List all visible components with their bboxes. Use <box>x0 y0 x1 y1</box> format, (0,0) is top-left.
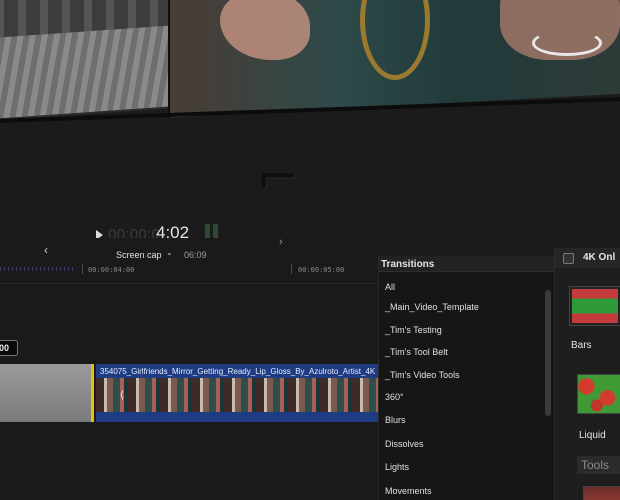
liquid-thumbnail[interactable] <box>577 374 620 414</box>
tools-section-header: Tools <box>577 456 620 474</box>
ruler-label: 00:00:04:00 <box>88 266 135 274</box>
timeline[interactable]: 00:00:04:00 00:00:05:00 00 354075_Girlfr… <box>0 262 378 500</box>
browser-header: 4K Onl <box>555 248 620 268</box>
4k-only-label: 4K Onl <box>583 252 616 263</box>
bars-label: Bars <box>571 340 592 351</box>
ruler-tick <box>82 264 83 274</box>
chevron-down-icon[interactable]: ⌄ <box>166 248 173 257</box>
tools-thumbnail[interactable] <box>583 486 620 500</box>
clip-title: 354075_Girlfriends_Mirror_Getting_Ready_… <box>100 367 376 376</box>
chevron-right-icon[interactable]: › <box>279 236 283 248</box>
viewer: ⌐ 00:00:0 4:02 <box>0 0 620 248</box>
chevron-left-icon[interactable]: ‹ <box>44 243 48 257</box>
transition-category[interactable]: _Tim's Tool Belt <box>379 339 547 361</box>
transition-category[interactable]: _Main_Video_Template <box>379 294 547 316</box>
transition-category-all[interactable]: All <box>379 274 547 296</box>
project-duration: 06:09 <box>184 250 207 260</box>
clip-trim-handle-icon[interactable]: ⟨ <box>120 390 124 401</box>
transitions-list: All _Main_Video_Template _Tim's Testing … <box>379 272 551 500</box>
project-name[interactable]: Screen cap <box>116 250 162 260</box>
transitions-title: Transitions <box>381 259 435 270</box>
gap-clip[interactable] <box>0 364 94 422</box>
angle-bracket-icon: ⌐ <box>256 148 300 208</box>
transition-category[interactable]: Blurs <box>379 407 547 429</box>
video-bracelet-shape <box>532 30 602 56</box>
clip-filmstrip <box>96 378 378 412</box>
transitions-scrollbar[interactable] <box>545 290 551 416</box>
transitions-header: Transitions <box>379 256 555 272</box>
transition-category[interactable]: _Tim's Video Tools <box>379 362 547 384</box>
timeline-ruler[interactable]: 00:00:04:00 00:00:05:00 <box>0 262 378 284</box>
duration-badge: 00 <box>0 340 18 356</box>
liquid-label: Liquid <box>579 430 606 441</box>
transition-category[interactable]: _Tim's Testing <box>379 317 547 339</box>
ruler-label: 00:00:05:00 <box>298 266 345 274</box>
4k-only-checkbox[interactable] <box>563 253 574 264</box>
transition-category[interactable]: 360° <box>379 384 547 406</box>
secondary-video-frame <box>0 0 175 122</box>
ruler-marker-strip <box>0 267 76 271</box>
transition-category[interactable]: Movements <box>379 478 547 500</box>
ruler-tick <box>291 264 292 274</box>
transition-category[interactable]: Dissolves <box>379 431 547 453</box>
transitions-panel: Transitions All _Main_Video_Template _Ti… <box>378 256 555 500</box>
effects-browser: 4K Onl Bars Liquid Tools <box>554 248 620 500</box>
video-clip[interactable]: 354075_Girlfriends_Mirror_Getting_Ready_… <box>96 364 378 422</box>
transition-category[interactable]: Lights <box>379 454 547 476</box>
bars-thumbnail[interactable] <box>569 286 620 326</box>
